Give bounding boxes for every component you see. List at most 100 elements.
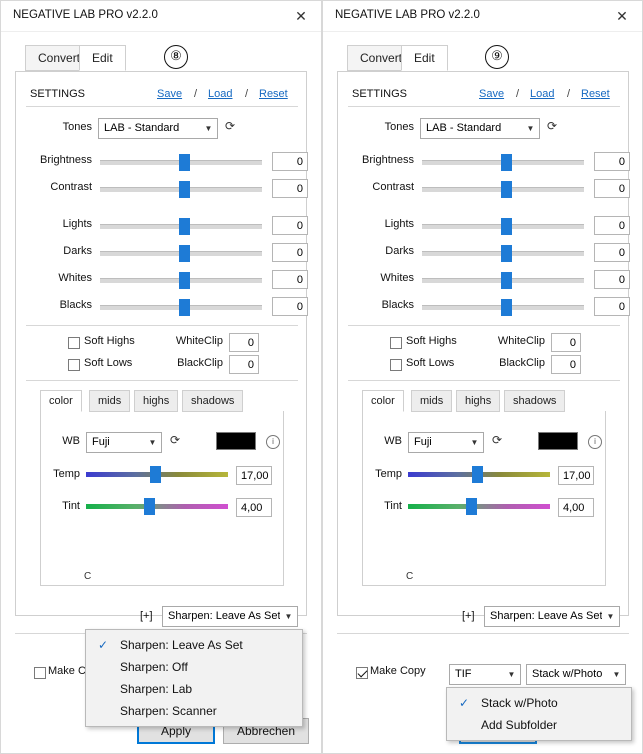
darks-value-left[interactable]: 0 <box>272 243 308 262</box>
lights-value-right[interactable]: 0 <box>594 216 630 235</box>
blacks-thumb-left[interactable] <box>179 299 190 316</box>
whites-value-left[interactable]: 0 <box>272 270 308 289</box>
darks-thumb-right[interactable] <box>501 245 512 262</box>
tab-edit-left[interactable]: Edit <box>79 45 126 71</box>
menu-item-sharpen-off[interactable]: Sharpen: Off <box>86 656 302 678</box>
temp-thumb-left[interactable] <box>150 466 161 483</box>
subtab-highs-right[interactable]: highs <box>456 390 501 412</box>
tab-edit-right[interactable]: Edit <box>401 45 448 71</box>
blacks-value-right[interactable]: 0 <box>594 297 630 316</box>
contrast-value-left[interactable]: 0 <box>272 179 308 198</box>
tones-refresh-icon-right[interactable]: ⟳ <box>547 119 557 133</box>
make-copy-checkbox-right[interactable] <box>356 667 368 679</box>
close-icon[interactable]: ✕ <box>602 1 642 31</box>
wb-color-swatch-right[interactable] <box>538 432 578 450</box>
tint-slider-left[interactable] <box>86 498 228 515</box>
temp-value-right[interactable]: 17,00 <box>558 466 594 485</box>
lights-thumb-left[interactable] <box>179 218 190 235</box>
soft-lows-checkbox-left[interactable] <box>68 359 80 371</box>
add-preset-button-right[interactable]: [+] <box>462 610 475 622</box>
brightness-slider-left[interactable] <box>100 154 262 171</box>
blacks-slider-left[interactable] <box>100 299 262 316</box>
subtab-mids-left[interactable]: mids <box>89 390 131 412</box>
wb-select-left[interactable]: Fuji ▼ <box>86 432 162 453</box>
whiteclip-value-right[interactable]: 0 <box>551 333 581 352</box>
subtab-mids-right[interactable]: mids <box>411 390 453 412</box>
save-link-right[interactable]: Save <box>479 88 504 100</box>
tint-thumb-left[interactable] <box>144 498 155 515</box>
subtab-highs-left[interactable]: highs <box>134 390 179 412</box>
contrast-thumb-left[interactable] <box>179 181 190 198</box>
darks-slider-left[interactable] <box>100 245 262 262</box>
whites-slider-right[interactable] <box>422 272 584 289</box>
stack-select-right[interactable]: Stack w/Photo ▼ <box>526 664 626 685</box>
close-icon[interactable]: ✕ <box>281 1 321 31</box>
info-icon[interactable]: i <box>588 435 602 449</box>
soft-lows-checkbox-right[interactable] <box>390 359 402 371</box>
reset-link-left[interactable]: Reset <box>259 88 288 100</box>
wb-color-swatch-left[interactable] <box>216 432 256 450</box>
temp-value-left[interactable]: 17,00 <box>236 466 272 485</box>
menu-item-sharpen-leave-as-set[interactable]: ✓ Sharpen: Leave As Set <box>86 634 302 656</box>
brightness-value-right[interactable]: 0 <box>594 152 630 171</box>
whites-thumb-right[interactable] <box>501 272 512 289</box>
brightness-thumb-right[interactable] <box>501 154 512 171</box>
tones-refresh-icon-left[interactable]: ⟳ <box>225 119 235 133</box>
wb-select-right[interactable]: Fuji ▼ <box>408 432 484 453</box>
make-copy-checkbox-left[interactable] <box>34 667 46 679</box>
blacks-thumb-right[interactable] <box>501 299 512 316</box>
lights-slider-left[interactable] <box>100 218 262 235</box>
format-select-right[interactable]: TIF ▼ <box>449 664 521 685</box>
wb-refresh-icon-right[interactable]: ⟳ <box>492 433 502 447</box>
tones-select-left[interactable]: LAB - Standard ▼ <box>98 118 218 139</box>
menu-item-sharpen-lab[interactable]: Sharpen: Lab <box>86 678 302 700</box>
darks-thumb-left[interactable] <box>179 245 190 262</box>
tint-value-right[interactable]: 4,00 <box>558 498 594 517</box>
load-link-left[interactable]: Load <box>208 88 232 100</box>
subtab-shadows-right[interactable]: shadows <box>504 390 566 412</box>
darks-slider-right[interactable] <box>422 245 584 262</box>
subtab-color-right[interactable]: color <box>362 390 404 412</box>
soft-highs-checkbox-right[interactable] <box>390 337 402 349</box>
contrast-thumb-right[interactable] <box>501 181 512 198</box>
soft-highs-checkbox-left[interactable] <box>68 337 80 349</box>
subtab-shadows-left[interactable]: shadows <box>182 390 244 412</box>
load-link-right[interactable]: Load <box>530 88 554 100</box>
brightness-thumb-left[interactable] <box>179 154 190 171</box>
sharpen-dropdown-menu[interactable]: ✓ Sharpen: Leave As Set Sharpen: Off Sha… <box>85 629 303 727</box>
info-icon[interactable]: i <box>266 435 280 449</box>
subtab-color-left[interactable]: color <box>40 390 82 412</box>
stack-dropdown-menu[interactable]: ✓ Stack w/Photo Add Subfolder <box>446 687 632 741</box>
sharpen-select-left[interactable]: Sharpen: Leave As Set ▼ <box>162 606 298 627</box>
blacks-slider-right[interactable] <box>422 299 584 316</box>
contrast-value-right[interactable]: 0 <box>594 179 630 198</box>
lights-thumb-right[interactable] <box>501 218 512 235</box>
blackclip-value-left[interactable]: 0 <box>229 355 259 374</box>
temp-slider-right[interactable] <box>408 466 550 483</box>
darks-value-right[interactable]: 0 <box>594 243 630 262</box>
save-link-left[interactable]: Save <box>157 88 182 100</box>
lights-value-left[interactable]: 0 <box>272 216 308 235</box>
lights-slider-right[interactable] <box>422 218 584 235</box>
add-preset-button-left[interactable]: [+] <box>140 610 153 622</box>
whites-slider-left[interactable] <box>100 272 262 289</box>
tint-thumb-right[interactable] <box>466 498 477 515</box>
temp-slider-left[interactable] <box>86 466 228 483</box>
contrast-slider-right[interactable] <box>422 181 584 198</box>
menu-item-stack-with-photo[interactable]: ✓ Stack w/Photo <box>447 692 631 714</box>
blackclip-value-right[interactable]: 0 <box>551 355 581 374</box>
whites-thumb-left[interactable] <box>179 272 190 289</box>
blacks-value-left[interactable]: 0 <box>272 297 308 316</box>
whiteclip-value-left[interactable]: 0 <box>229 333 259 352</box>
menu-item-add-subfolder[interactable]: Add Subfolder <box>447 714 631 736</box>
menu-item-sharpen-scanner[interactable]: Sharpen: Scanner <box>86 700 302 722</box>
whites-value-right[interactable]: 0 <box>594 270 630 289</box>
temp-thumb-right[interactable] <box>472 466 483 483</box>
brightness-slider-right[interactable] <box>422 154 584 171</box>
sharpen-select-right[interactable]: Sharpen: Leave As Set ▼ <box>484 606 620 627</box>
tones-select-right[interactable]: LAB - Standard ▼ <box>420 118 540 139</box>
wb-refresh-icon-left[interactable]: ⟳ <box>170 433 180 447</box>
tint-value-left[interactable]: 4,00 <box>236 498 272 517</box>
reset-link-right[interactable]: Reset <box>581 88 610 100</box>
brightness-value-left[interactable]: 0 <box>272 152 308 171</box>
